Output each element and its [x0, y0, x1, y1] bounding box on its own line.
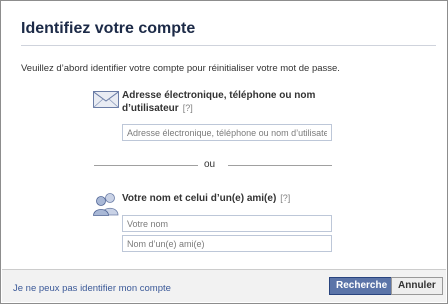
or-separator: ou [204, 159, 216, 170]
envelope-icon [93, 91, 119, 108]
friend-name-input[interactable] [122, 235, 332, 252]
dialog-title: Identifiez votre compte [21, 20, 196, 37]
identify-account-dialog: Identifiez votre compte Veuillez d’abord… [0, 0, 448, 304]
name-label: Votre nom et celui d’un(e) ami(e) [?] [122, 192, 290, 205]
cannot-identify-link[interactable]: Je ne peux pas identifier mon compte [13, 283, 171, 294]
email-label-line1: Adresse électronique, téléphone ou nom [122, 90, 316, 101]
cancel-button[interactable]: Annuler [391, 277, 443, 295]
email-label: Adresse électronique, téléphone ou nom d… [122, 90, 315, 115]
dialog-footer: Je ne peux pas identifier mon compte Rec… [2, 269, 446, 302]
name-label-text: Votre nom et celui d’un(e) ami(e) [122, 193, 277, 204]
title-divider [21, 45, 436, 46]
people-icon [93, 193, 119, 216]
your-name-input[interactable] [122, 215, 332, 232]
separator-line-right [228, 165, 332, 166]
email-label-line2: d’utilisateur [122, 103, 179, 114]
search-button[interactable]: Recherche [329, 277, 395, 295]
intro-text: Veuillez d’abord identifier votre compte… [21, 63, 340, 74]
email-help-link[interactable]: [?] [183, 103, 193, 113]
name-help-link[interactable]: [?] [280, 193, 290, 203]
separator-line-left [94, 165, 198, 166]
email-input[interactable] [122, 124, 332, 141]
